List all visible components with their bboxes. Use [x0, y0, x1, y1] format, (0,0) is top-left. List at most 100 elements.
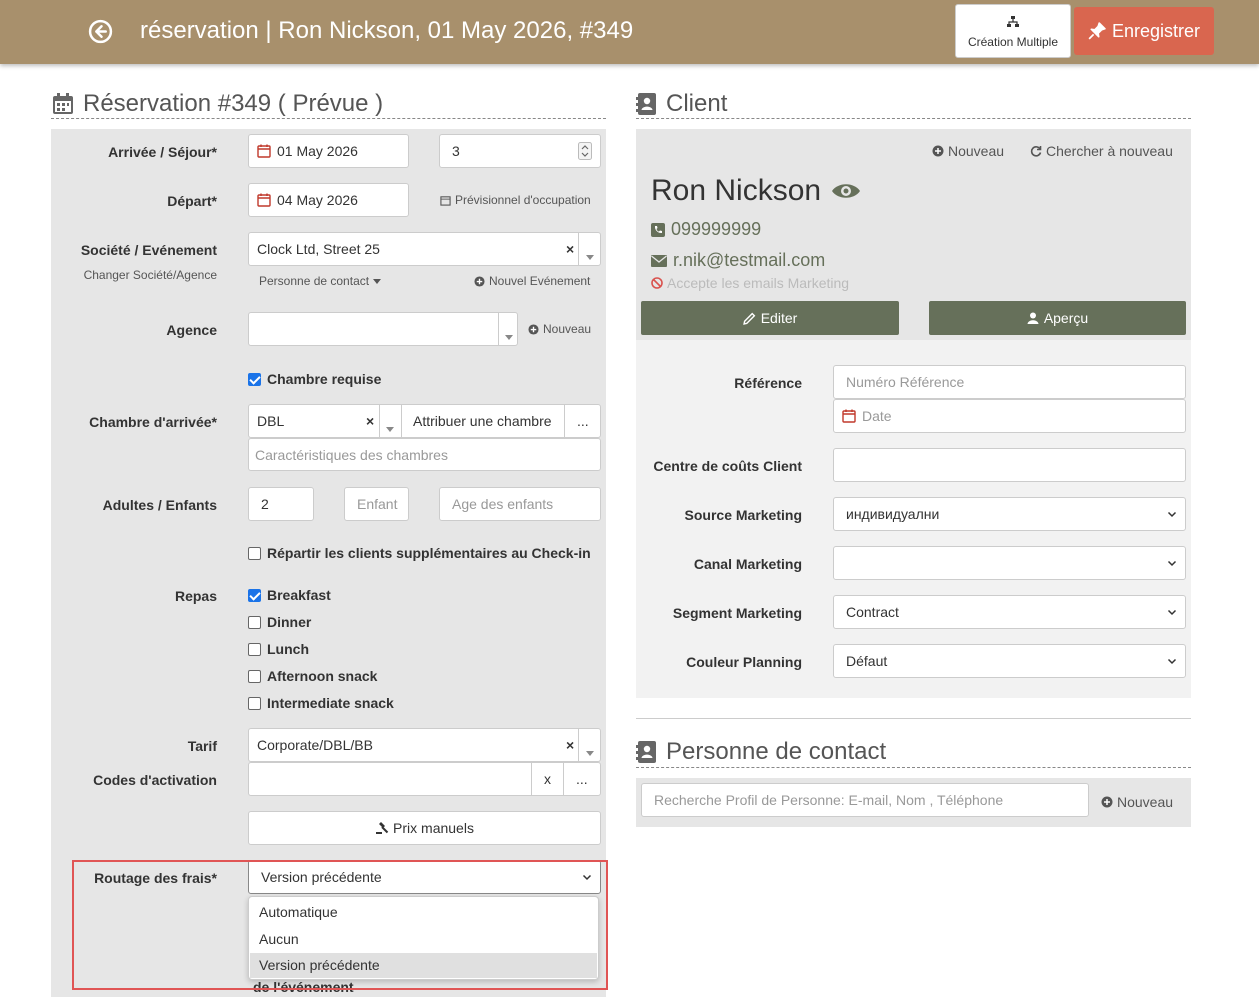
- stepper-arrows-icon[interactable]: [578, 142, 592, 160]
- children-age-input[interactable]: Age des enfants: [439, 487, 601, 521]
- reference-date-input[interactable]: Date: [833, 399, 1186, 433]
- contact-title-divider: [636, 767, 1191, 768]
- clear-room-type-icon[interactable]: ×: [366, 413, 374, 429]
- arrival-date-input[interactable]: 01 May 2026: [248, 134, 409, 168]
- agency-label: Agence: [166, 322, 217, 338]
- checkbox-unchecked-icon[interactable]: [248, 546, 261, 560]
- charge-routing-value: Version précédente: [261, 869, 382, 885]
- event-routing-text: de l'événement: [253, 979, 354, 995]
- plus-circle-icon: [528, 323, 539, 335]
- checkbox-unchecked-icon[interactable]: [248, 615, 261, 629]
- contact-person-label: Personne de contact: [259, 274, 370, 288]
- client-preview-button[interactable]: Aperçu: [929, 301, 1186, 335]
- chevron-down-icon[interactable]: [386, 419, 394, 435]
- room-more-button[interactable]: ...: [577, 413, 589, 429]
- user-icon: [1027, 312, 1039, 324]
- routing-option-none[interactable]: Aucun: [250, 927, 597, 952]
- phone-square-icon: [651, 222, 665, 237]
- edit-client-button[interactable]: Editer: [641, 301, 899, 335]
- planning-color-select[interactable]: Défaut: [833, 644, 1186, 678]
- save-label: Enregistrer: [1111, 20, 1201, 41]
- room-features-input[interactable]: Caractéristiques des chambres: [248, 438, 601, 471]
- occupancy-forecast-link[interactable]: Prévisionnel d'occupation: [440, 193, 591, 207]
- contact-new-label: Nouveau: [1117, 794, 1174, 810]
- agency-new-link[interactable]: Nouveau: [528, 322, 591, 336]
- top-bar: réservation | Ron Nickson, 01 May 2026, …: [0, 0, 1259, 64]
- departure-date-input[interactable]: 04 May 2026: [248, 183, 409, 217]
- company-select[interactable]: Clock Ltd, Street 25 ×: [248, 232, 601, 266]
- assign-room-button[interactable]: Attribuer une chambre: [413, 413, 552, 429]
- meal-breakfast-checkbox[interactable]: Breakfast: [248, 587, 331, 603]
- checkbox-unchecked-icon[interactable]: [248, 696, 261, 710]
- select-separator: [578, 729, 579, 761]
- calendar-icon: [53, 93, 73, 114]
- codes-clear-button[interactable]: x: [544, 771, 551, 787]
- checkbox-checked-icon[interactable]: [248, 372, 261, 386]
- cost-center-input[interactable]: [833, 448, 1186, 482]
- routing-option-automatic[interactable]: Automatique: [250, 900, 597, 925]
- reference-input[interactable]: Numéro Référence: [833, 365, 1186, 399]
- room-required-checkbox[interactable]: Chambre requise: [248, 371, 381, 387]
- contact-search-placeholder: Recherche Profil de Personne: E-mail, No…: [654, 792, 1004, 808]
- chevron-down-icon[interactable]: [505, 327, 513, 343]
- multiple-creation-button[interactable]: Création Multiple: [955, 4, 1071, 58]
- arrival-date-value: 01 May 2026: [277, 143, 358, 159]
- departure-date-value: 04 May 2026: [277, 192, 358, 208]
- client-new-link[interactable]: Nouveau: [932, 143, 1004, 159]
- arrival-room-label: Chambre d'arrivée*: [89, 414, 217, 430]
- gavel-icon: [376, 822, 389, 834]
- meal-lunch-checkbox[interactable]: Lunch: [248, 641, 309, 657]
- split-guests-checkbox[interactable]: Répartir les clients supplémentaires au …: [248, 545, 591, 561]
- chevron-down-icon[interactable]: [582, 872, 592, 882]
- new-event-label: Nouvel Evénement: [489, 274, 591, 288]
- marketing-source-select[interactable]: индивидуални: [833, 497, 1186, 531]
- change-company-link[interactable]: Changer Société/Agence: [84, 268, 217, 282]
- codes-more-button[interactable]: ...: [576, 771, 588, 787]
- meal-dinner-checkbox[interactable]: Dinner: [248, 614, 311, 630]
- meal-intermediate-snack-checkbox[interactable]: Intermediate snack: [248, 695, 394, 711]
- nights-stepper[interactable]: 3: [439, 134, 601, 168]
- marketing-channel-select[interactable]: [833, 546, 1186, 580]
- client-phone[interactable]: 099999999: [671, 219, 761, 240]
- chevron-down-icon[interactable]: [586, 743, 594, 759]
- client-phone-row: 099999999: [651, 219, 761, 240]
- search-again-link[interactable]: Chercher à nouveau: [1030, 143, 1173, 159]
- adults-input[interactable]: 2: [248, 487, 314, 521]
- manual-prices-button[interactable]: Prix manuels: [248, 811, 601, 845]
- client-email[interactable]: r.nik@testmail.com: [673, 250, 825, 271]
- checkbox-checked-icon[interactable]: [248, 588, 261, 602]
- contact-card-icon: [636, 741, 656, 763]
- pencil-icon: [742, 312, 756, 325]
- save-button[interactable]: Enregistrer: [1074, 7, 1214, 55]
- activation-codes-input[interactable]: x ...: [248, 762, 601, 796]
- agency-select[interactable]: [248, 312, 518, 346]
- children-input[interactable]: Enfant: [344, 487, 409, 521]
- contact-search-input[interactable]: Recherche Profil de Personne: E-mail, No…: [641, 783, 1089, 817]
- marketing-emails-label: Accepte les emails Marketing: [667, 275, 850, 291]
- marketing-segment-select[interactable]: Contract: [833, 595, 1186, 629]
- chevron-down-icon: [1167, 560, 1177, 567]
- clear-rate-icon[interactable]: ×: [566, 737, 574, 753]
- meal-label: Lunch: [267, 641, 309, 657]
- envelope-icon: [651, 254, 667, 267]
- routing-option-previous-version[interactable]: Version précédente: [250, 953, 597, 978]
- contact-new-link[interactable]: Nouveau: [1101, 794, 1173, 810]
- rate-label: Tarif: [187, 738, 217, 754]
- checkbox-unchecked-icon[interactable]: [248, 669, 261, 683]
- select-separator: [578, 233, 579, 265]
- calendar-icon: [257, 144, 271, 158]
- room-type-value[interactable]: DBL: [257, 413, 284, 429]
- charge-routing-select[interactable]: Version précédente: [248, 860, 601, 894]
- back-circle-icon[interactable]: [88, 19, 113, 44]
- rate-select[interactable]: Corporate/DBL/BB ×: [248, 728, 601, 762]
- chevron-down-icon[interactable]: [586, 247, 594, 263]
- planning-color-value: Défaut: [846, 653, 888, 669]
- clear-company-icon[interactable]: ×: [566, 241, 574, 257]
- contact-person-dropdown[interactable]: Personne de contact: [259, 274, 382, 288]
- activation-codes-label: Codes d'activation: [93, 772, 217, 788]
- new-event-link[interactable]: Nouvel Evénement: [474, 274, 590, 288]
- checkbox-unchecked-icon[interactable]: [248, 642, 261, 656]
- eye-icon[interactable]: [831, 181, 861, 201]
- select-separator: [379, 405, 380, 437]
- meal-afternoon-snack-checkbox[interactable]: Afternoon snack: [248, 668, 377, 684]
